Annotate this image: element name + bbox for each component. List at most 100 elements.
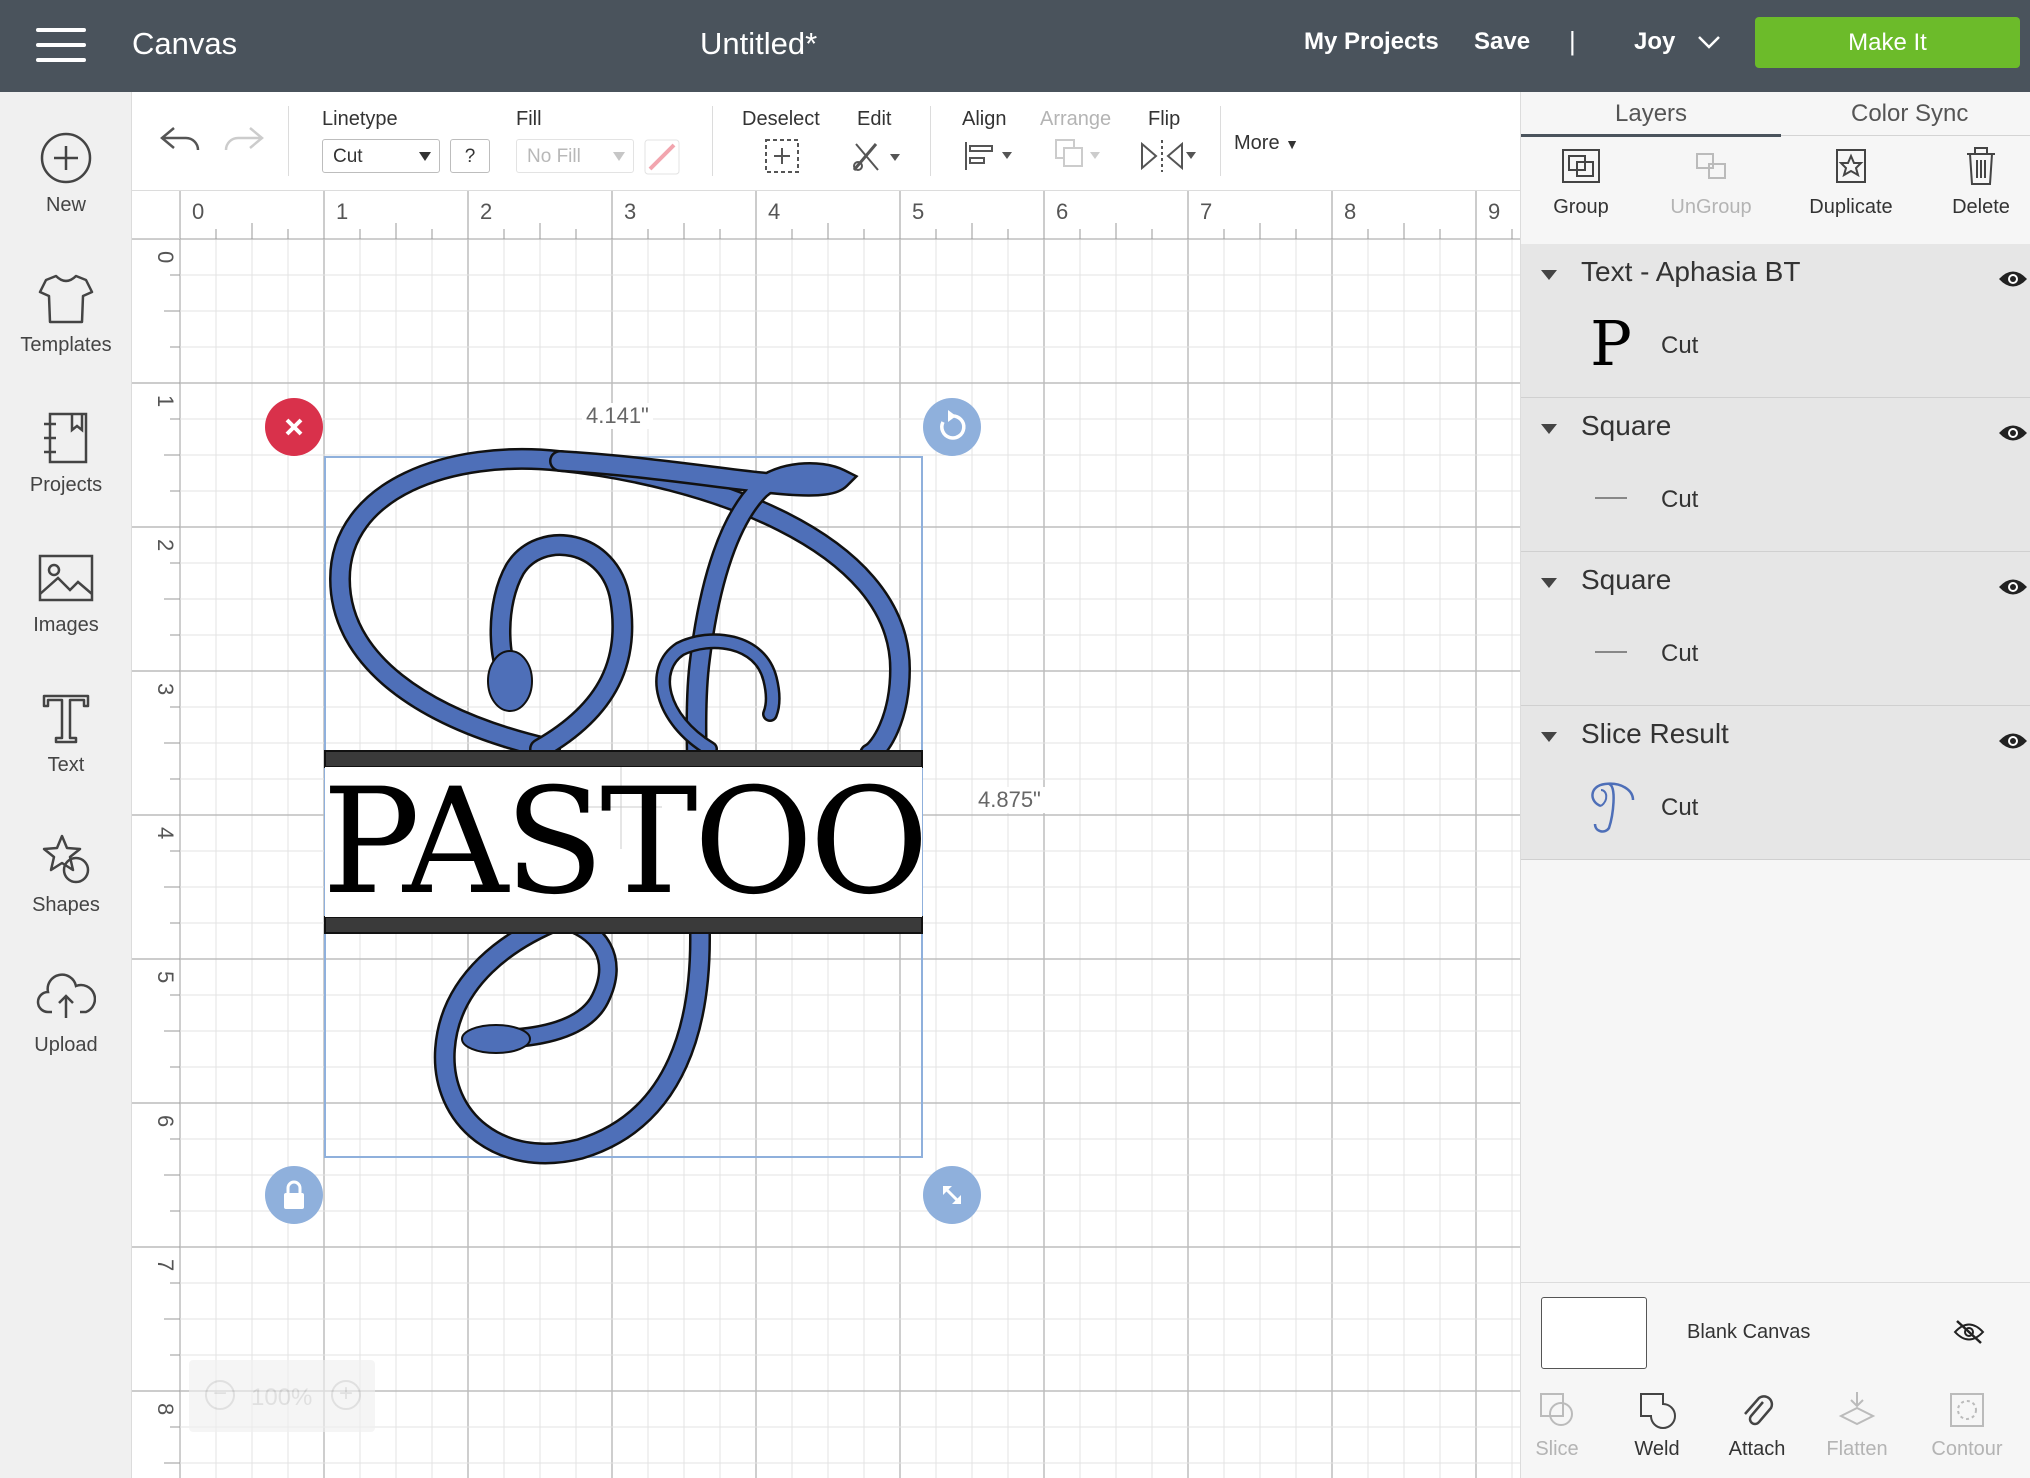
slice-button[interactable]: Slice	[1507, 1390, 1607, 1461]
delete-button[interactable]: Delete	[1921, 144, 2030, 219]
sidebar-item-shapes[interactable]: Shapes	[0, 828, 132, 917]
my-projects-link[interactable]: My Projects	[1304, 28, 1439, 56]
weld-button[interactable]: Weld	[1607, 1390, 1707, 1461]
toolbar-divider	[930, 106, 931, 176]
sidebar-item-text[interactable]: Text	[0, 688, 132, 777]
ruler-tick-label: 5	[912, 199, 924, 224]
deselect-icon[interactable]	[762, 136, 802, 176]
blank-canvas-label: Blank Canvas	[1687, 1321, 1811, 1343]
attach-button[interactable]: Attach	[1707, 1390, 1807, 1461]
eye-hidden-icon[interactable]	[1953, 1319, 1985, 1345]
align-label: Align	[962, 108, 1007, 130]
tab-layers[interactable]: Layers	[1615, 100, 1687, 128]
eye-icon[interactable]	[1997, 730, 2029, 752]
group-icon	[1562, 149, 1600, 183]
design-canvas[interactable]: PASTOOR 4.141" 4.875" − 100% +	[180, 239, 1520, 1478]
notebook-icon	[44, 412, 88, 464]
rotate-handle[interactable]	[923, 398, 981, 456]
zoom-in-button[interactable]: +	[331, 1380, 361, 1410]
ruler-tick-label: 8	[153, 1403, 178, 1415]
sidebar-item-images[interactable]: Images	[0, 548, 132, 637]
zoom-out-button[interactable]: −	[205, 1380, 235, 1410]
collapse-caret-icon[interactable]	[1541, 732, 1557, 742]
left-sidebar: New Templates Projects Images Text Shape…	[0, 92, 132, 1478]
top-bar-square[interactable]	[324, 750, 923, 768]
eye-icon[interactable]	[1997, 576, 2029, 598]
tab-color-sync[interactable]: Color Sync	[1851, 100, 1968, 128]
top-ruler: 0 1 2 3 4 5 6 7 8 9	[132, 191, 1585, 239]
sidebar-item-templates[interactable]: Templates	[0, 268, 132, 357]
redo-icon[interactable]	[222, 122, 266, 158]
document-title[interactable]: Untitled*	[700, 26, 817, 62]
layer-operation: Cut	[1661, 486, 1699, 513]
flip-label: Flip	[1148, 108, 1181, 130]
hamburger-menu-icon[interactable]	[36, 28, 86, 62]
fill-select[interactable]: No Fill	[516, 139, 634, 173]
chevron-down-icon[interactable]	[1697, 32, 1721, 52]
undo-icon[interactable]	[158, 122, 202, 158]
flatten-icon	[1838, 1392, 1876, 1426]
eye-icon[interactable]	[1997, 268, 2029, 290]
ruler-tick-label: 3	[624, 199, 636, 224]
layer-square-group[interactable]: Square Cut	[1521, 398, 2030, 552]
ruler-tick-label: 1	[336, 199, 348, 224]
toolbar-divider	[1220, 106, 1221, 176]
resize-handle[interactable]	[923, 1166, 981, 1224]
bottom-bar-square[interactable]	[324, 916, 923, 934]
image-icon	[38, 554, 94, 602]
linetype-help-button[interactable]: ?	[450, 139, 490, 173]
zoom-control: − 100% +	[189, 1360, 375, 1432]
contour-button[interactable]: Contour	[1917, 1390, 2017, 1461]
ruler-tick-label: 0	[192, 199, 204, 224]
ungroup-button[interactable]: UnGroup	[1651, 144, 1771, 219]
layer-operation: Cut	[1661, 332, 1699, 359]
layer-slice-result-group[interactable]: Slice Result Cut	[1521, 706, 2030, 860]
user-menu[interactable]: Joy	[1634, 28, 1675, 56]
contour-label: Contour	[1931, 1438, 2003, 1460]
flip-icon[interactable]	[1138, 136, 1198, 176]
duplicate-button[interactable]: Duplicate	[1791, 144, 1911, 219]
edit-tools-icon[interactable]	[848, 136, 904, 176]
fill-value: No Fill	[527, 146, 581, 167]
lock-proportions-handle[interactable]	[265, 1166, 323, 1224]
linetype-value: Cut	[333, 146, 363, 167]
blank-canvas-row[interactable]: Blank Canvas	[1521, 1282, 2030, 1382]
collapse-caret-icon[interactable]	[1541, 270, 1557, 280]
align-icon[interactable]	[962, 138, 1016, 174]
group-button[interactable]: Group	[1521, 144, 1641, 219]
flatten-button[interactable]: Flatten	[1807, 1390, 1907, 1461]
sidebar-item-upload[interactable]: Upload	[0, 968, 132, 1057]
monogram-text[interactable]: PASTOOR	[322, 767, 922, 917]
cloud-upload-icon	[36, 973, 96, 1018]
caret-down-icon: ▼	[1285, 136, 1299, 152]
group-label: Group	[1553, 196, 1609, 218]
toolbar-divider	[712, 106, 713, 176]
arrange-icon[interactable]	[1052, 136, 1106, 176]
delete-handle[interactable]	[265, 398, 323, 456]
layer-text-group[interactable]: Text - Aphasia BT P Cut	[1521, 244, 2030, 398]
fill-color-swatch-icon[interactable]	[644, 139, 680, 175]
collapse-caret-icon[interactable]	[1541, 578, 1557, 588]
bottom-tools: Slice Weld Attach Flatten Contour	[1521, 1382, 2030, 1478]
save-link[interactable]: Save	[1474, 28, 1530, 56]
caret-down-icon	[419, 152, 431, 161]
ungroup-icon	[1696, 153, 1726, 179]
close-icon	[285, 418, 303, 436]
rotate-icon	[940, 410, 966, 440]
linetype-select[interactable]: Cut	[322, 139, 440, 173]
ruler-tick-label: 0	[153, 251, 178, 263]
topbar-separator: |	[1569, 26, 1576, 56]
sidebar-item-new[interactable]: New	[0, 128, 132, 217]
sidebar-item-projects[interactable]: Projects	[0, 408, 132, 497]
collapse-caret-icon[interactable]	[1541, 424, 1557, 434]
blank-canvas-swatch[interactable]	[1541, 1297, 1647, 1369]
arrange-label: Arrange	[1040, 108, 1112, 130]
layer-square-group[interactable]: Square Cut	[1521, 552, 2030, 706]
ruler-tick-label: 2	[480, 199, 492, 224]
ruler-tick-label: 6	[1056, 199, 1068, 224]
more-menu[interactable]: More ▼	[1234, 132, 1299, 155]
top-bar: Canvas Untitled* My Projects Save | Joy …	[0, 0, 2030, 92]
make-it-button[interactable]: Make It	[1755, 17, 2020, 68]
eye-icon[interactable]	[1997, 422, 2029, 444]
text-t-icon	[42, 694, 90, 744]
